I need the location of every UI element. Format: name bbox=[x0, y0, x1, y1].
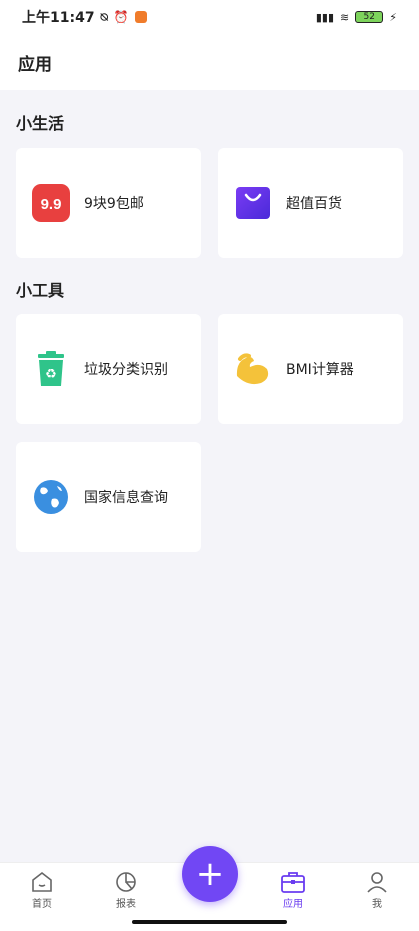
add-button[interactable]: + bbox=[182, 846, 238, 902]
home-icon bbox=[12, 869, 72, 895]
tab-label: 应用 bbox=[283, 899, 303, 910]
nine-nine-badge-text: 9.9 bbox=[41, 196, 62, 213]
do-not-disturb-icon: ⍉ bbox=[100, 9, 108, 24]
app-card-bmi[interactable]: BMI计算器 bbox=[218, 314, 403, 424]
tab-label: 我 bbox=[372, 899, 382, 910]
signal-icon: ▮▮▮ bbox=[315, 10, 335, 24]
nine-nine-icon: 9.9 bbox=[32, 184, 70, 222]
page-title: 应用 bbox=[18, 54, 52, 75]
muscle-arm-icon bbox=[234, 350, 272, 388]
charging-icon: ⚡ bbox=[389, 10, 397, 24]
tab-label: 首页 bbox=[32, 899, 52, 910]
tab-apps[interactable]: 应用 bbox=[263, 869, 323, 910]
battery-icon: 52 bbox=[355, 11, 384, 23]
plus-icon: + bbox=[195, 854, 225, 894]
wifi-icon: ≋ bbox=[340, 10, 350, 24]
status-left: 上午11:47 ⍉ ⏰ bbox=[22, 7, 147, 27]
pie-chart-icon bbox=[96, 869, 156, 895]
section-title-tools: 小工具 bbox=[16, 281, 65, 300]
battery-level: 52 bbox=[363, 12, 375, 22]
status-time: 上午11:47 bbox=[22, 10, 95, 26]
status-bar: 上午11:47 ⍉ ⏰ ▮▮▮ ≋ 52 ⚡ bbox=[0, 0, 419, 34]
app-card-nine-nine[interactable]: 9.9 9块9包邮 bbox=[16, 148, 201, 258]
status-right: ▮▮▮ ≋ 52 ⚡ bbox=[316, 11, 397, 24]
shopping-bag-icon bbox=[234, 184, 272, 222]
app-card-garbage-sorting[interactable]: ♻ 垃圾分类识别 bbox=[16, 314, 201, 424]
tab-home[interactable]: 首页 bbox=[12, 869, 72, 910]
tab-me[interactable]: 我 bbox=[347, 869, 407, 910]
svg-text:♻: ♻ bbox=[45, 367, 57, 382]
recycle-bin-icon: ♻ bbox=[32, 350, 70, 388]
app-label: 9块9包邮 bbox=[84, 196, 144, 212]
app-card-value-store[interactable]: 超值百货 bbox=[218, 148, 403, 258]
app-label: 国家信息查询 bbox=[84, 490, 168, 506]
app-card-country-info[interactable]: 国家信息查询 bbox=[16, 442, 201, 552]
app-label: 超值百货 bbox=[286, 196, 342, 212]
tab-label: 报表 bbox=[116, 899, 136, 910]
globe-icon bbox=[32, 478, 70, 516]
section-title-life: 小生活 bbox=[16, 114, 65, 133]
alarm-icon: ⏰ bbox=[113, 10, 129, 24]
app-notification-icon bbox=[134, 11, 147, 23]
tab-reports[interactable]: 报表 bbox=[96, 869, 156, 910]
toolbox-icon bbox=[263, 869, 323, 895]
page-header: 应用 bbox=[0, 34, 419, 90]
user-icon bbox=[347, 869, 407, 895]
app-label: BMI计算器 bbox=[286, 362, 354, 378]
app-label: 垃圾分类识别 bbox=[84, 362, 168, 378]
home-indicator bbox=[132, 920, 287, 924]
